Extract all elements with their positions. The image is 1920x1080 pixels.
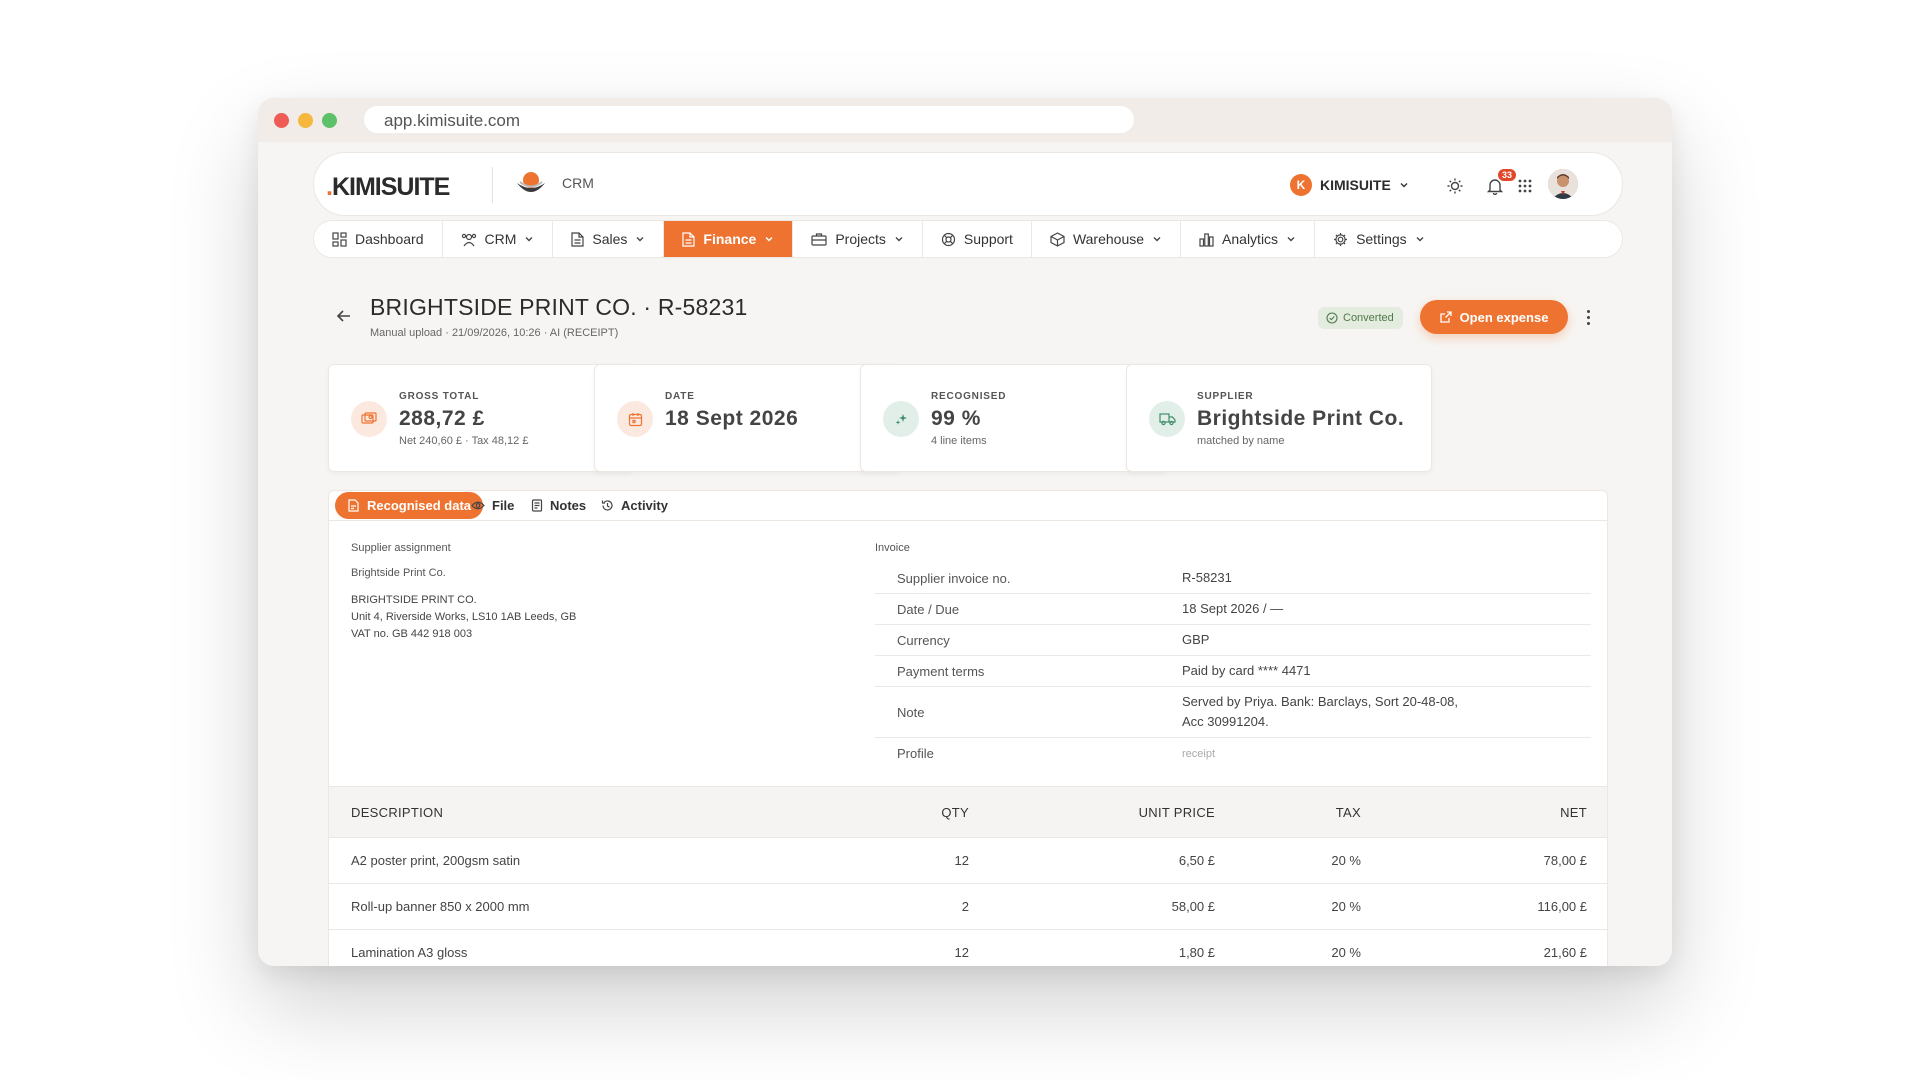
maximize-window-button[interactable] (322, 113, 337, 128)
chevron-down-icon (895, 237, 903, 242)
nav-settings[interactable]: Settings (1315, 221, 1443, 257)
apps-grid-button[interactable] (1512, 173, 1538, 199)
grid-icon (1518, 179, 1532, 193)
sun-icon (1447, 178, 1463, 194)
tab-file[interactable]: File (471, 492, 514, 519)
top-bar: .KIMISUITE CRM K KIMISUITE 33 (313, 152, 1623, 216)
date-value: 18 Sept 2026 (665, 407, 799, 430)
line-items-header: DESCRIPTION QTY UNIT PRICE TAX NET (329, 786, 1607, 838)
scan-document-icon (348, 499, 359, 512)
tab-notes[interactable]: Notes (531, 492, 586, 519)
recognised-card: RECOGNISED 99 % 4 line items (860, 364, 1166, 472)
chevron-down-icon (1287, 237, 1295, 242)
theme-toggle-button[interactable] (1442, 173, 1468, 199)
status-badge: Converted (1318, 307, 1403, 329)
money-icon (351, 401, 387, 437)
chevron-down-icon (765, 237, 773, 242)
notes-icon (531, 499, 543, 512)
supplier-value: Brightside Print Co. (1197, 407, 1405, 430)
line-item-row[interactable]: Lamination A3 gloss 12 1,80 £ 20 % 21,60… (329, 930, 1607, 966)
brand-logo[interactable]: .KIMISUITE (326, 173, 450, 202)
sparkle-icon (883, 401, 919, 437)
invoice-details-table: Supplier invoice no. R-58231 Date / Due 18… (875, 563, 1591, 769)
external-link-icon (1439, 311, 1452, 323)
dashboard-icon (332, 231, 347, 247)
supplier-assignment-label: Supplier assignment (351, 542, 451, 554)
lifebuoy-icon (941, 232, 956, 246)
nav-analytics[interactable]: Analytics (1181, 221, 1316, 257)
gross-total-card: GROSS TOTAL 288,72 £ Net 240,60 £ · Tax … (328, 364, 634, 472)
back-arrow-icon[interactable] (334, 306, 354, 326)
gross-total-value: 288,72 £ (399, 407, 485, 430)
divider (492, 167, 493, 203)
bar-chart-icon (1199, 232, 1214, 247)
app-name: CRM (562, 175, 594, 191)
box-icon (1050, 231, 1065, 247)
tab-recognised-data[interactable]: Recognised data (335, 492, 484, 519)
briefcase-icon (811, 233, 827, 246)
browser-window: app.kimisuite.com .KIMISUITE CRM K KIMIS… (258, 98, 1672, 966)
tab-bar: Recognised data File Notes Activity (329, 491, 1607, 521)
check-circle-icon (1326, 312, 1338, 324)
title-bar: app.kimisuite.com (258, 98, 1672, 142)
chevron-down-icon (1153, 237, 1161, 242)
nav-dashboard[interactable]: Dashboard (314, 221, 443, 257)
tab-activity[interactable]: Activity (601, 492, 668, 519)
date-card: DATE 18 Sept 2026 (594, 364, 900, 472)
user-avatar[interactable] (1548, 169, 1578, 199)
line-item-row[interactable]: Roll-up banner 850 x 2000 mm 2 58,00 £ 2… (329, 884, 1607, 930)
invoice-row: Profile receipt (897, 746, 1216, 761)
gear-icon (1334, 232, 1348, 246)
detail-panel: Recognised data File Notes Activity Supp… (328, 490, 1608, 966)
address-bar[interactable]: app.kimisuite.com (364, 106, 1134, 133)
chevron-down-icon (1400, 183, 1408, 188)
notifications-button[interactable]: 33 (1482, 167, 1519, 199)
nav-support[interactable]: Support (923, 221, 1032, 257)
nav-warehouse[interactable]: Warehouse (1032, 221, 1182, 257)
org-switcher[interactable]: K KIMISUITE (1290, 173, 1409, 197)
invoice-row: Date / Due 18 Sept 2026 / — (875, 594, 1591, 625)
calendar-icon (617, 401, 653, 437)
open-expense-button[interactable]: Open expense (1420, 300, 1568, 334)
chevron-down-icon (636, 237, 644, 242)
more-options-button[interactable] (1578, 306, 1598, 328)
supplier-card: SUPPLIER Brightside Print Co. matched by… (1126, 364, 1432, 472)
close-window-button[interactable] (274, 113, 289, 128)
crm-app-icon (517, 172, 545, 192)
invoice-row: Currency GBP (875, 625, 1591, 656)
users-icon (461, 233, 476, 246)
supplier-address: BRIGHTSIDE PRINT CO. Unit 4, Riverside W… (351, 594, 577, 640)
history-icon (601, 500, 613, 511)
page-subtitle: Manual upload · 21/09/2026, 10:26 · AI (… (370, 327, 619, 339)
recognised-value: 99 % (931, 407, 981, 430)
line-item-row[interactable]: A2 poster print, 200gsm satin 12 6,50 £ … (329, 838, 1607, 884)
user-portrait-icon (1548, 169, 1578, 199)
document-icon (682, 231, 696, 247)
org-name: KIMISUITE (1320, 177, 1391, 193)
supplier-assignment-name[interactable]: Brightside Print Co. (351, 567, 446, 579)
invoice-row: Supplier invoice no. R-58231 (875, 563, 1591, 594)
document-icon (571, 231, 584, 247)
nav-finance[interactable]: Finance (664, 221, 794, 257)
org-avatar: K (1290, 174, 1312, 196)
main-nav: Dashboard CRM Sales Finance Projects Sup… (313, 220, 1623, 258)
invoice-row: Payment terms Paid by card **** 4471 (875, 656, 1591, 687)
minimize-window-button[interactable] (298, 113, 313, 128)
nav-projects[interactable]: Projects (793, 221, 923, 257)
chevron-down-icon (1416, 237, 1424, 242)
chevron-down-icon (525, 237, 533, 242)
invoice-section-label: Invoice (875, 542, 910, 554)
eye-icon (471, 501, 485, 510)
nav-sales[interactable]: Sales (553, 221, 665, 257)
page-title: BRIGHTSIDE PRINT CO. · R-58231 (370, 294, 748, 320)
invoice-row: Note Served by Priya. Bank: Barclays, Sor… (875, 687, 1591, 738)
nav-crm[interactable]: CRM (443, 221, 554, 257)
app-content: .KIMISUITE CRM K KIMISUITE 33 Dashboard … (258, 142, 1672, 966)
truck-icon (1149, 401, 1185, 437)
